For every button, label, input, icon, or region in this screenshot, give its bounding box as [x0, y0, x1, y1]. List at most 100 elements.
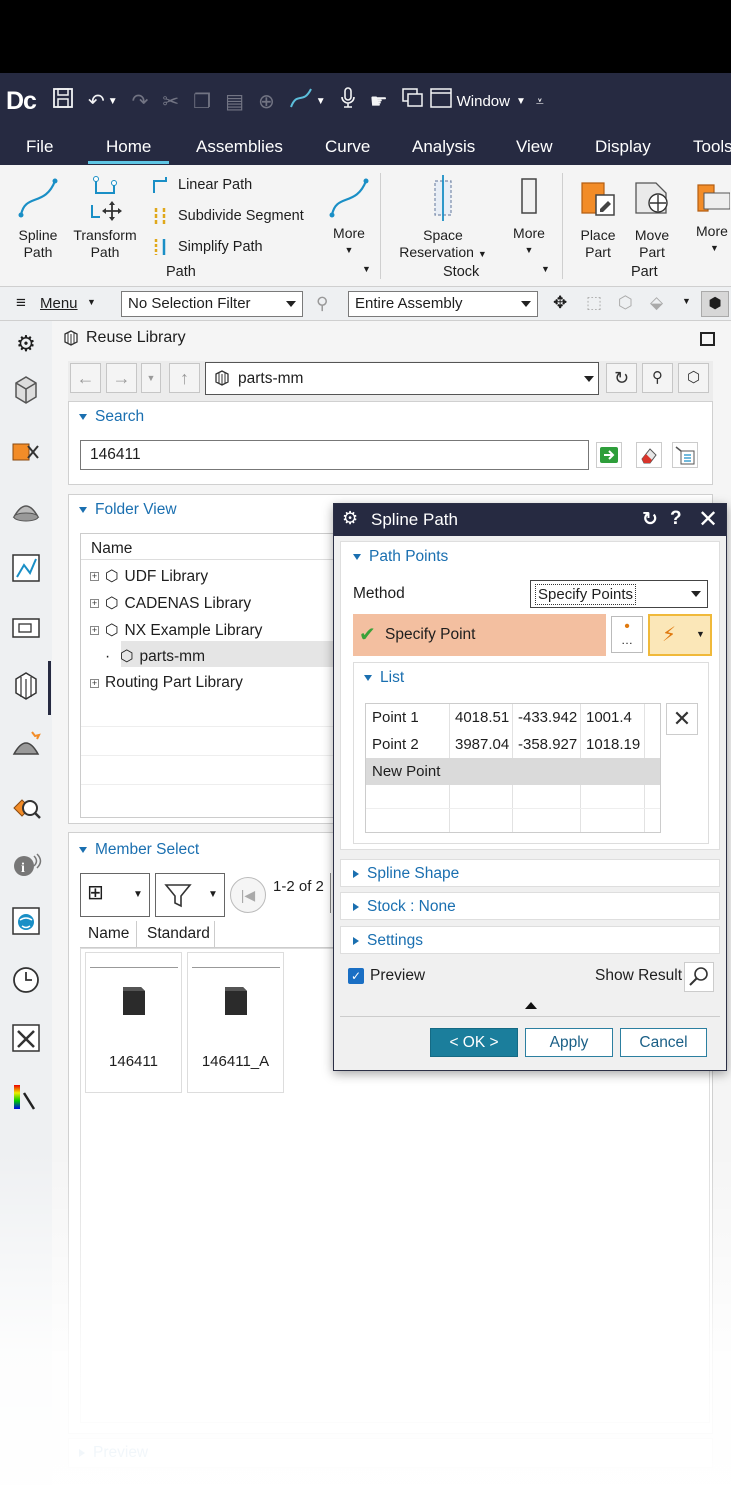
member-select-header[interactable]: Member Select [79, 841, 199, 859]
cut-icon[interactable]: ✂ [162, 89, 179, 114]
back-arrow-icon[interactable]: ← [70, 363, 101, 393]
part-navigator-icon[interactable] [10, 493, 42, 527]
selection-filter-dropdown[interactable]: No Selection Filter [121, 291, 303, 317]
transform-icon[interactable]: ⊕ [258, 89, 275, 114]
collapse-up-icon[interactable] [525, 1002, 537, 1009]
close-icon[interactable]: ✕ [698, 505, 718, 534]
microphone-icon[interactable] [340, 87, 356, 115]
group-stock-expand-icon[interactable]: ▼ [541, 264, 550, 274]
subdivide-segment-button[interactable]: Subdivide Segment [150, 206, 304, 226]
path-points-header[interactable]: Path Points [353, 548, 448, 566]
name-column-header[interactable]: Name [80, 921, 137, 947]
routing-navigator-icon[interactable] [10, 551, 42, 585]
expand-icon[interactable]: + [90, 572, 99, 581]
folder-view-header[interactable]: Folder View [79, 501, 177, 519]
up-arrow-icon[interactable]: ↑ [169, 363, 200, 393]
spline-shape-header[interactable]: Spline Shape [340, 859, 720, 887]
path-dropdown[interactable]: parts-mm [205, 362, 599, 395]
constraint-navigator-icon[interactable] [10, 434, 42, 468]
place-part-button[interactable]: Place Part [574, 173, 622, 261]
history-dropdown-icon[interactable]: ▼ [141, 363, 161, 393]
customize-icon[interactable]: ⩡ [536, 93, 544, 110]
name-column-header[interactable]: Name [81, 534, 349, 560]
curve-icon[interactable] [289, 87, 313, 115]
list-header[interactable]: List [364, 669, 404, 687]
web-browser-icon[interactable] [10, 904, 42, 938]
undo-dropdown-icon[interactable]: ▼ [108, 96, 118, 107]
search-settings-icon[interactable] [672, 442, 698, 468]
hamburger-icon[interactable]: ≡ [16, 294, 26, 311]
preview-checkbox[interactable]: ✓ [348, 968, 364, 984]
window-menu[interactable]: Window [457, 93, 510, 110]
method-dropdown[interactable]: Specify Points [530, 580, 708, 608]
help-icon[interactable]: ? [670, 508, 682, 530]
switch-window-icon[interactable] [401, 88, 424, 114]
curve-dropdown-icon[interactable]: ▼ [316, 96, 326, 107]
copy-icon[interactable]: ❐ [193, 89, 211, 114]
linear-path-button[interactable]: Linear Path [150, 175, 252, 195]
assembly-navigator-icon[interactable] [10, 373, 42, 407]
info-icon[interactable]: i [10, 848, 42, 882]
specify-point-row[interactable]: ✔ Specify Point [353, 614, 606, 656]
tree-item-nx-example-library[interactable]: + ⬡ NX Example Library [90, 621, 262, 640]
tab-view[interactable]: View [516, 137, 553, 157]
stock-more-button[interactable]: More ▼ [506, 173, 552, 259]
view-mode-dropdown[interactable]: ⊞ ▼ [80, 873, 150, 917]
scope-dropdown[interactable]: Entire Assembly [348, 291, 538, 317]
save-icon[interactable] [52, 87, 74, 115]
tree-view-icon[interactable]: ⚲ [642, 363, 673, 393]
tab-analysis[interactable]: Analysis [412, 137, 475, 157]
paste-icon[interactable]: ▤ [225, 89, 244, 114]
snap-point-icon[interactable]: ✥ [553, 293, 567, 313]
maximize-icon[interactable] [700, 332, 715, 346]
reset-icon[interactable]: ↻ [642, 508, 658, 531]
window-icon[interactable] [429, 88, 452, 114]
menu-button[interactable]: Menu [40, 295, 78, 312]
tab-file[interactable]: File [26, 137, 53, 157]
space-reservation-button[interactable]: Space Reservation ▼ [392, 173, 494, 263]
point-dialog-button[interactable]: • … [611, 616, 643, 653]
tab-curve[interactable]: Curve [325, 137, 370, 157]
group-path-expand-icon[interactable]: ▼ [362, 264, 371, 274]
show-result-button[interactable] [684, 962, 714, 992]
cancel-button[interactable]: Cancel [620, 1028, 707, 1057]
table-row[interactable]: Point 1 4018.51 -433.942 1001.4 [366, 704, 660, 731]
select-body-icon[interactable]: ⬡ [618, 293, 633, 313]
clear-search-icon[interactable] [636, 442, 662, 468]
tab-assemblies[interactable]: Assemblies [196, 137, 283, 157]
visual-search-icon[interactable] [10, 788, 42, 822]
first-page-icon[interactable]: |◀ [230, 877, 266, 913]
tools-icon[interactable] [10, 1021, 42, 1055]
tab-home[interactable]: Home [88, 137, 170, 164]
reuse-library-icon[interactable] [10, 669, 42, 703]
expand-icon[interactable]: + [90, 678, 99, 688]
history-clock-icon[interactable] [10, 962, 42, 996]
select-component-icon[interactable]: ⬙ [650, 293, 663, 313]
table-row[interactable]: Point 2 3987.04 -358.927 1018.19 [366, 731, 660, 758]
library-view-icon[interactable]: ⬡ [678, 363, 709, 393]
gear-icon[interactable]: ⚙ [10, 331, 42, 365]
weld-navigator-icon[interactable] [10, 728, 42, 762]
expand-icon[interactable]: + [90, 599, 99, 608]
spline-path-button[interactable]: Spline Path [10, 173, 66, 261]
search-input[interactable]: 146411 [80, 440, 589, 470]
standard-column-header[interactable]: Standard [137, 921, 215, 947]
apply-button[interactable]: Apply [525, 1028, 613, 1057]
window-dropdown-icon[interactable]: ▼ [516, 96, 526, 107]
filter-dropdown[interactable]: ▼ [155, 873, 225, 917]
tree-item-routing-part-library[interactable]: + Routing Part Library [90, 674, 243, 692]
search-go-icon[interactable] [596, 442, 622, 468]
tab-display[interactable]: Display [595, 137, 651, 157]
simplify-path-button[interactable]: Simplify Path [150, 237, 263, 257]
redo-icon[interactable]: ↷ [132, 89, 149, 114]
refresh-icon[interactable]: ↻ [606, 363, 637, 393]
expand-icon[interactable]: + [90, 626, 99, 635]
stock-header[interactable]: Stock : None [340, 892, 720, 920]
table-row[interactable]: New Point [366, 758, 660, 785]
delete-point-icon[interactable]: ✕ [666, 703, 698, 735]
forward-arrow-icon[interactable]: → [106, 363, 137, 393]
view-cube-icon[interactable]: ⬢ [701, 291, 729, 317]
part-more-button[interactable]: More ▼ [690, 173, 731, 257]
transform-path-button[interactable]: Transform Path [70, 173, 140, 261]
tree-item-udf-library[interactable]: + ⬡ UDF Library [90, 567, 208, 586]
